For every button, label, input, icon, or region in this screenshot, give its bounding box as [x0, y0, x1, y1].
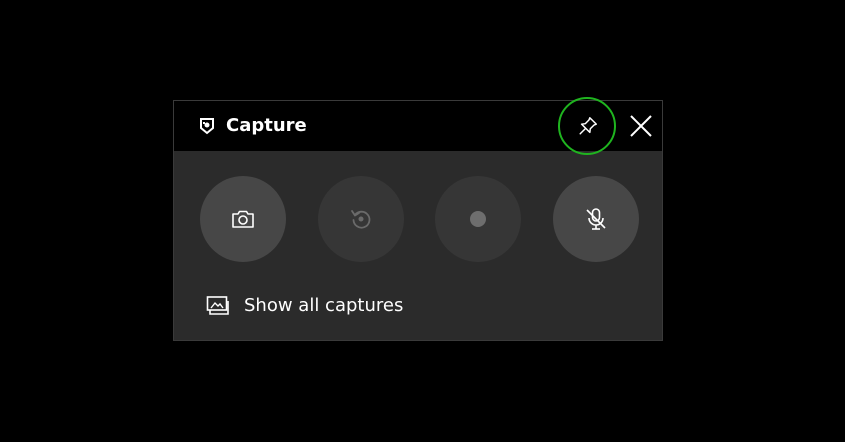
gallery-icon [206, 296, 229, 315]
screenshot-button[interactable] [200, 176, 286, 262]
pin-icon [579, 117, 597, 135]
camera-icon [232, 210, 254, 228]
show-all-captures-label: Show all captures [244, 295, 404, 316]
replay-icon [351, 210, 371, 229]
show-all-captures-link[interactable]: Show all captures [206, 293, 403, 319]
capture-widget: Capture Show all captures [173, 97, 663, 341]
start-recording-button[interactable] [435, 176, 521, 262]
widget-header: Capture [174, 97, 662, 155]
mic-off-icon [586, 208, 606, 230]
pin-button[interactable] [558, 97, 620, 155]
widget-title: Capture [226, 115, 307, 136]
capture-widget-icon [200, 118, 214, 135]
record-last-30s-button[interactable] [318, 176, 404, 262]
record-dot-icon [470, 211, 486, 227]
close-button[interactable] [620, 101, 662, 151]
mic-toggle-button[interactable] [553, 176, 639, 262]
close-icon [630, 115, 652, 137]
